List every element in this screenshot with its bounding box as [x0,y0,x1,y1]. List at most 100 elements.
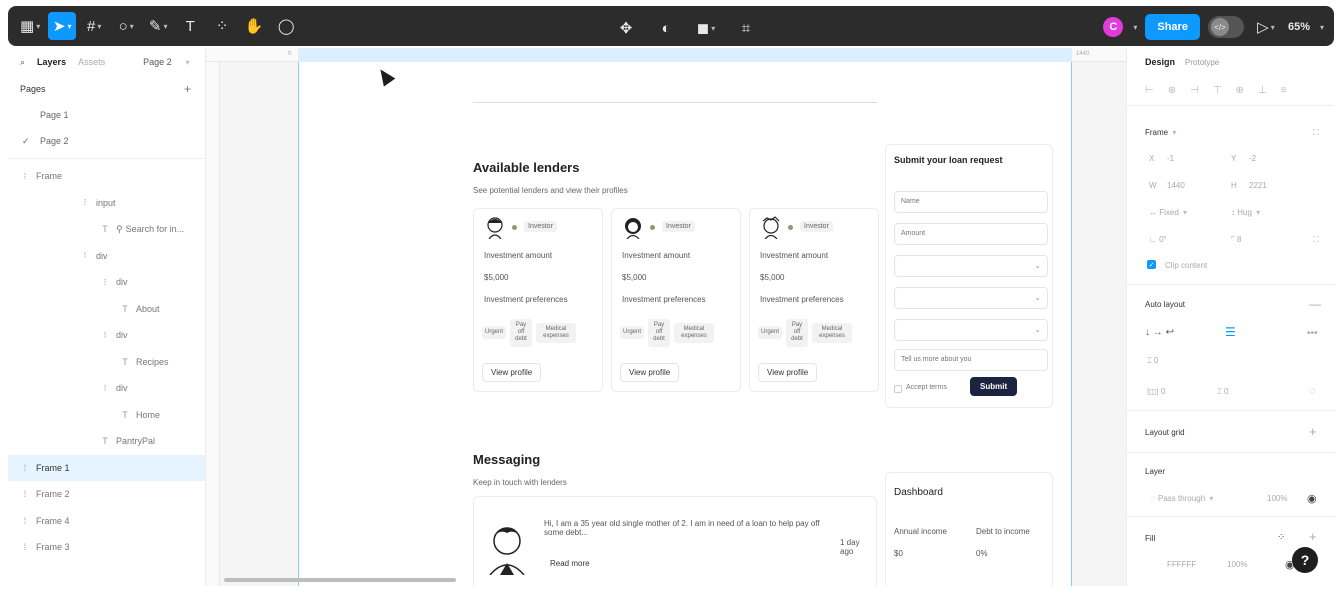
layer-pantrypal[interactable]: T PantryPal [8,428,205,455]
tab-design[interactable]: Design [1145,57,1175,67]
layer-about[interactable]: T About [8,296,205,323]
layer-div[interactable]: ⁝ div [8,269,205,296]
help-button[interactable]: ? [1292,547,1318,573]
add-page-icon[interactable]: + [184,82,191,96]
padding-v-input[interactable]: ⌶ 0 [1217,387,1229,397]
view-profile-button[interactable]: View profile [482,363,542,382]
padding-h-input[interactable]: |◫| 0 [1147,387,1165,396]
layer-frame[interactable]: ⁞ Frame [8,163,205,190]
lender-card[interactable]: Investor Investment amount $5,000 Invest… [611,208,741,392]
styles-icon[interactable]: ⁘ [1277,532,1285,543]
height-input[interactable]: 2221 [1249,181,1267,190]
gap-input[interactable]: ⌶ 0 [1147,356,1159,366]
eye-icon[interactable]: ◉ [1307,492,1317,505]
rotation-input[interactable]: ∟ 0° [1149,235,1167,244]
layer-opacity-input[interactable]: 100% [1267,494,1287,503]
lender-card[interactable]: Investor Investment amount $5,000 Invest… [473,208,603,392]
name-field[interactable]: Name [894,191,1048,213]
submit-button[interactable]: Submit [970,377,1018,396]
view-profile-button[interactable]: View profile [620,363,680,382]
layer-frame-2[interactable]: ⁞ Frame 2 [8,481,205,508]
align-right-icon[interactable]: ⊣ [1190,85,1199,96]
height-mode[interactable]: ↕ Hug ▾ [1231,208,1260,217]
layer-search-text[interactable]: T ⚲ Search for in... [8,216,205,243]
tab-prototype[interactable]: Prototype [1185,58,1219,67]
direction-controls[interactable]: ↓ → ↩ [1145,327,1174,338]
align-center-icon[interactable]: ⊕ [1168,85,1176,96]
layer-frame-1[interactable]: ⁞ Frame 1 [8,454,205,481]
shape-tool-button[interactable]: ○ ▾ [112,12,140,40]
blend-mode-select[interactable]: ◌ Pass through ▾ [1151,494,1213,503]
layer-div[interactable]: ⁝ div [8,322,205,349]
frame-heading[interactable]: Frame ▾ [1145,128,1176,137]
page-selector[interactable]: Page 2 [143,57,172,67]
page-item-active[interactable]: ✓ Page 2 [8,128,205,154]
width-mode[interactable]: ↔ Fixed ▾ [1149,208,1187,217]
read-more-link[interactable]: Read more [550,559,590,568]
present-button[interactable]: ▷ ▾ [1252,13,1280,41]
component-button[interactable]: ✥ [612,14,640,42]
view-profile-button[interactable]: View profile [758,363,818,382]
select-field[interactable]: ⌄ [894,319,1048,341]
lender-card[interactable]: Investor Investment amount $5,000 Invest… [749,208,879,392]
main-menu-button[interactable]: ▦ ▾ [16,12,44,40]
avatar-chevron-icon[interactable]: ▾ [1133,23,1137,32]
align-bottom-icon[interactable]: ⊥ [1258,85,1267,96]
alignment-grid-icon[interactable]: ☰ [1225,325,1236,339]
independent-corners-icon[interactable]: ⛶ [1313,235,1319,245]
align-left-icon[interactable]: ⊢ [1145,85,1154,96]
distribute-icon[interactable]: ≡ [1281,85,1287,96]
radius-input[interactable]: ⌜ 8 [1231,235,1241,244]
accept-terms-checkbox[interactable] [894,385,902,393]
resources-button[interactable]: ⁘ [208,12,236,40]
select-field[interactable]: ⌄ [894,287,1048,309]
fill-opacity-input[interactable]: 100% [1227,560,1247,569]
zoom-level[interactable]: 65% [1288,21,1310,33]
share-button[interactable]: Share [1145,14,1200,40]
crop-button[interactable]: ⌗ [732,14,760,42]
layer-recipes[interactable]: T Recipes [8,349,205,376]
y-input[interactable]: -2 [1249,154,1256,163]
select-field[interactable]: ⌄ [894,255,1048,277]
align-top-icon[interactable]: ⊤ [1213,85,1222,96]
mask-button[interactable]: ◐ [652,14,680,42]
search-icon[interactable]: ⌕ [20,57,25,68]
tab-assets[interactable]: Assets [78,57,105,67]
design-canvas[interactable]: 0 1440 Available lenders See potential l… [206,48,1126,586]
page-item[interactable]: Page 1 [8,102,205,128]
layer-input[interactable]: ⁝ input [8,190,205,217]
more-options-icon[interactable]: ••• [1307,328,1318,339]
page-chevron-icon[interactable]: ▾ [186,58,190,67]
comment-tool-button[interactable]: ◯ [272,12,300,40]
add-fill-icon[interactable]: + [1309,529,1317,544]
move-tool-button[interactable]: ➤ ▾ [48,12,77,40]
width-input[interactable]: 1440 [1167,181,1185,190]
layer-frame-4[interactable]: ⁞ Frame 4 [8,508,205,535]
avatar[interactable]: C [1103,17,1124,37]
horizontal-scrollbar[interactable] [224,578,456,582]
frame-tool-button[interactable]: # ▾ [80,12,108,40]
align-middle-icon[interactable]: ⊕ [1236,85,1244,96]
text-tool-button[interactable]: T [176,12,204,40]
about-field[interactable]: Tell us more about you [894,349,1048,371]
boolean-button[interactable]: ◼ ▾ [692,14,720,42]
layer-frame-3[interactable]: ⁞ Frame 3 [8,534,205,561]
x-input[interactable]: -1 [1167,154,1174,163]
amount-field[interactable]: Amount [894,223,1048,245]
hand-tool-button[interactable]: ✋ [240,12,268,40]
add-layout-grid-icon[interactable]: + [1309,424,1317,439]
selected-frame[interactable]: Available lenders See potential lenders … [298,62,1072,586]
clip-content-checkbox[interactable]: ✓ [1147,260,1156,269]
zoom-chevron-icon[interactable]: ▾ [1320,23,1324,32]
message-card[interactable]: Hi, I am a 35 year old single mother of … [473,496,877,586]
dev-mode-toggle[interactable]: </> [1207,16,1244,38]
individual-padding-icon[interactable]: ◌ [1309,385,1316,397]
pen-tool-button[interactable]: ✎ ▾ [144,12,172,40]
remove-auto-layout-icon[interactable]: — [1309,297,1321,311]
layer-div[interactable]: ⁝ div [8,243,205,270]
tab-layers[interactable]: Layers [37,57,66,67]
resize-icon[interactable]: ⛶ [1313,128,1319,138]
fill-hex-input[interactable]: FFFFFF [1167,560,1196,569]
layer-div[interactable]: ⁝ div [8,375,205,402]
layer-home[interactable]: T Home [8,402,205,429]
